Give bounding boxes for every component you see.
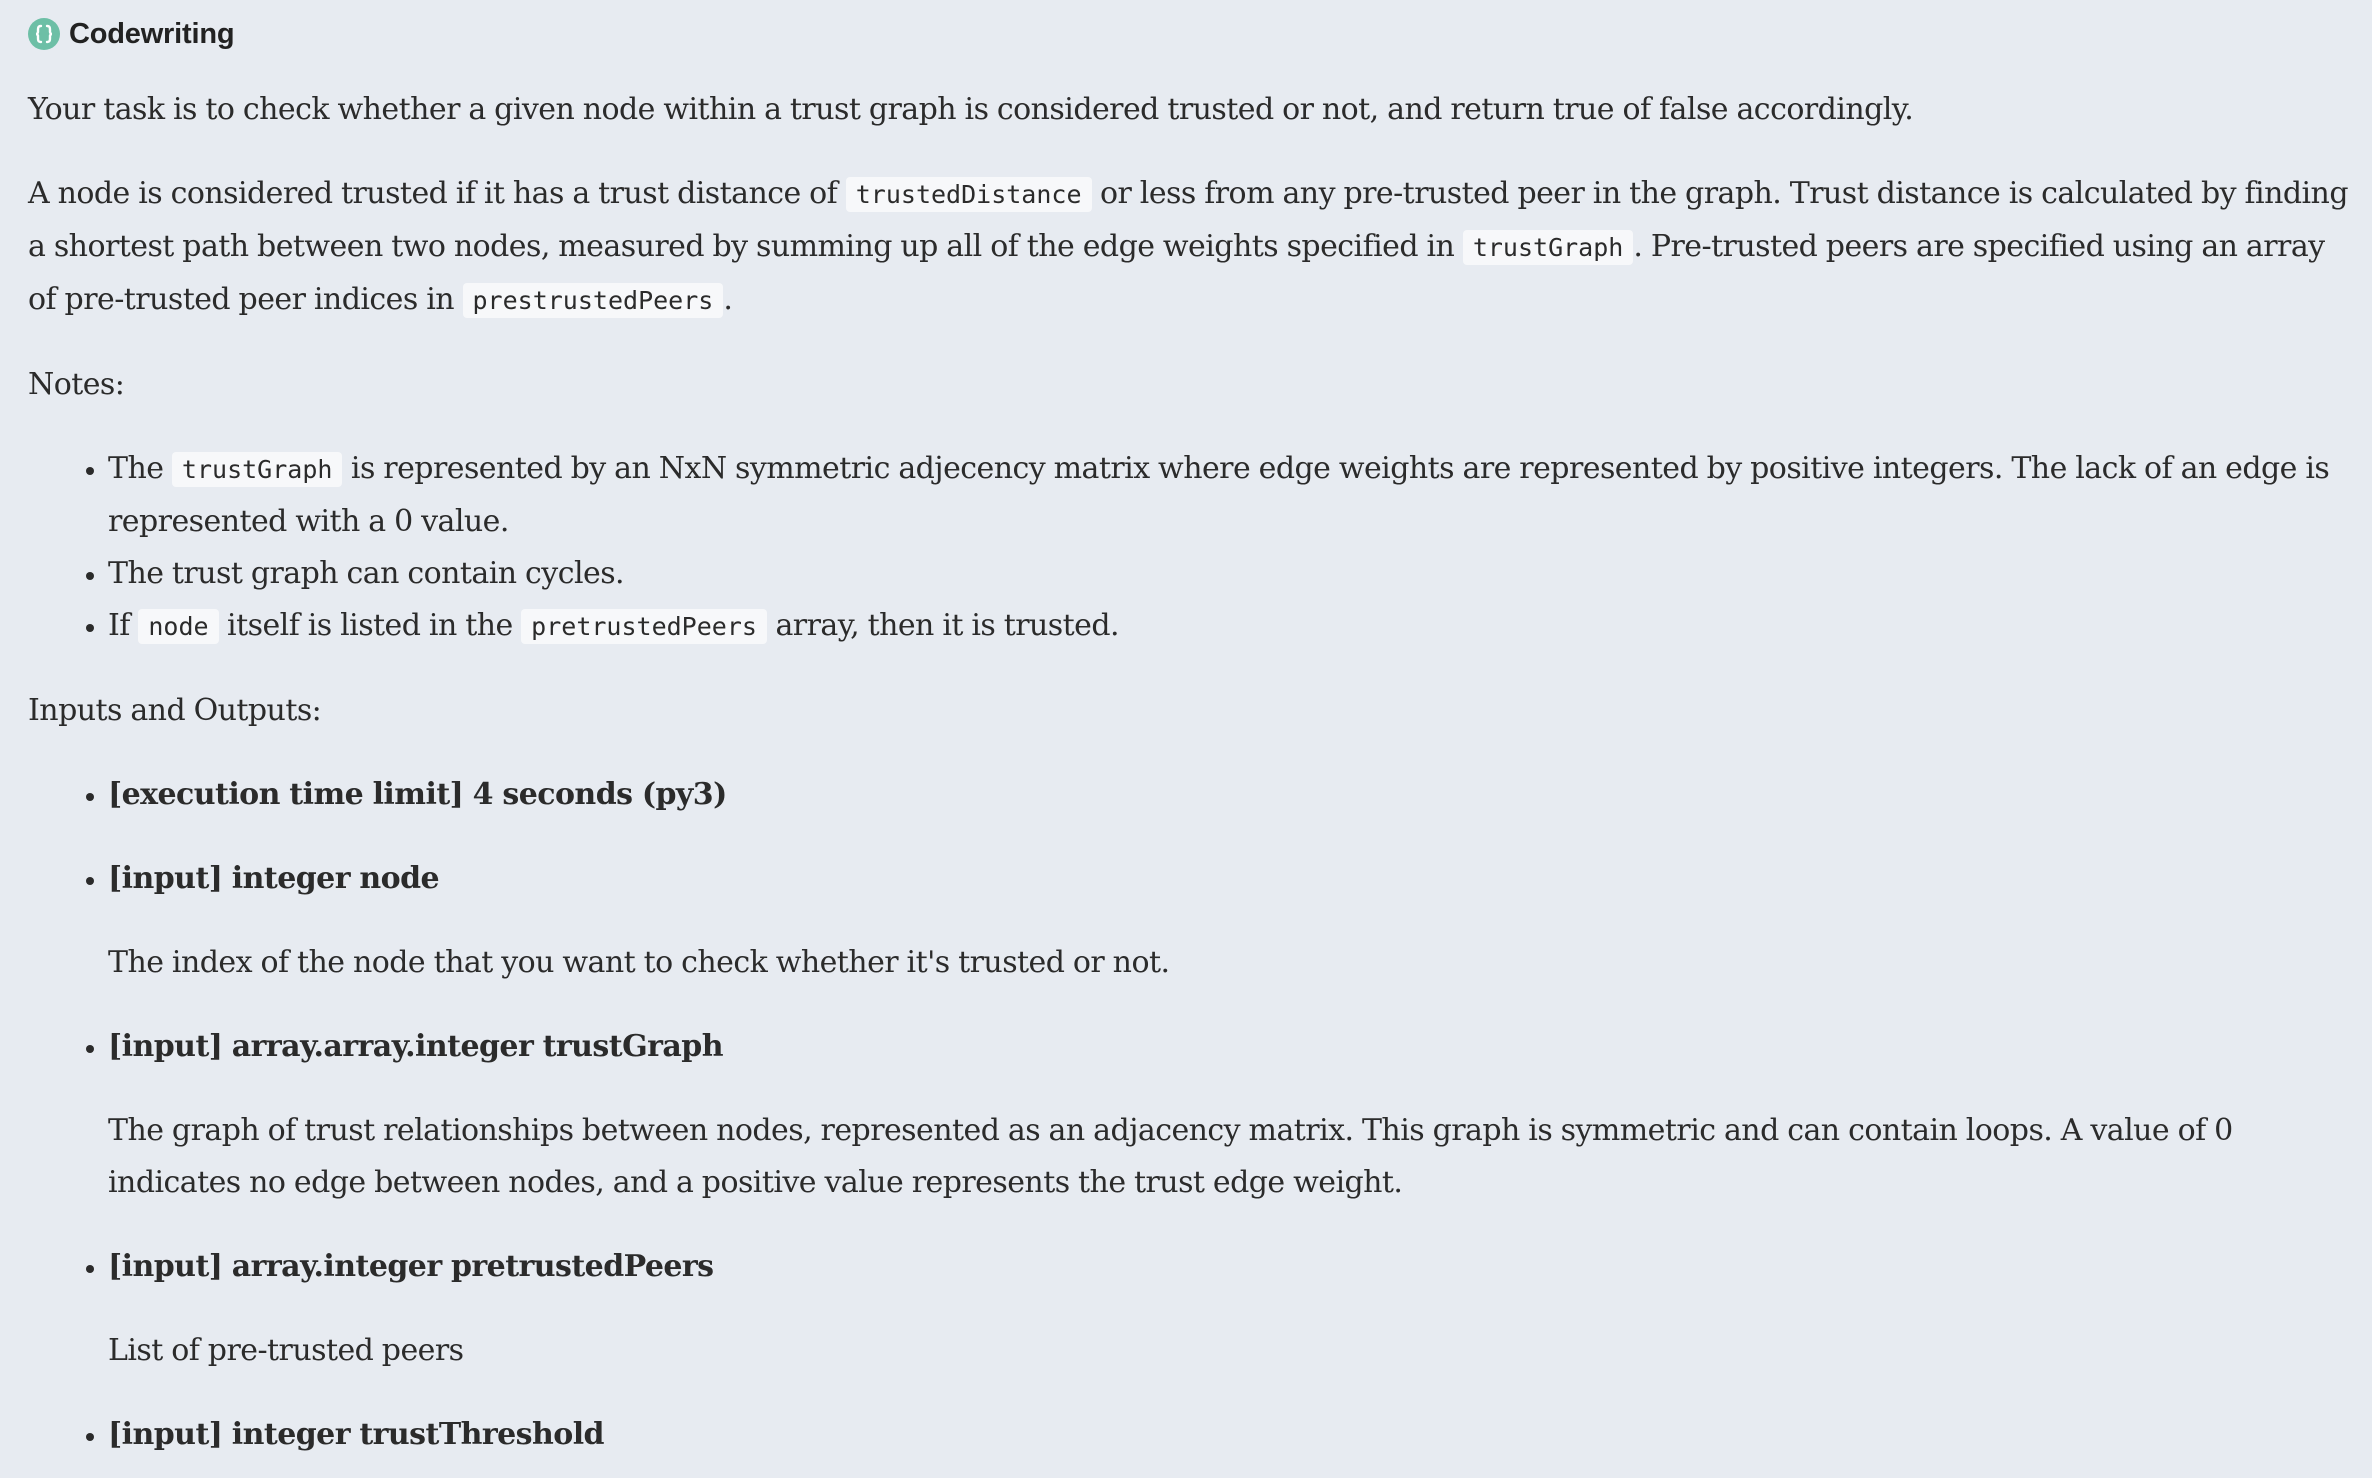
io-title: [input] integer trustThreshold — [108, 1417, 605, 1452]
intro-paragraph-1: Your task is to check whether a given no… — [28, 92, 1914, 127]
list-item: [input] integer trustThreshold — [108, 1409, 2348, 1461]
list-item: [input] array.integer pretrustedPeers Li… — [108, 1241, 2348, 1377]
code-node: node — [138, 609, 219, 644]
brand-title: Codewriting — [69, 17, 235, 50]
list-item: If node itself is listed in the pretrust… — [108, 600, 2348, 653]
code-pretrusted-peers: pretrustedPeers — [521, 609, 767, 644]
list-item: The trustGraph is represented by an NxN … — [108, 443, 2348, 548]
io-title: [input] integer node — [108, 861, 440, 896]
io-title: [input] array.array.integer trustGraph — [108, 1029, 724, 1064]
code-prestrusted-peers: prestrustedPeers — [462, 283, 724, 318]
task-content: Your task is to check whether a given no… — [28, 84, 2349, 1478]
io-description: The graph of trust relationships between… — [108, 1113, 2233, 1200]
io-title: [input] array.integer pretrustedPeers — [108, 1249, 714, 1284]
list-item: [execution time limit] 4 seconds (py3) — [108, 769, 2348, 821]
text-span: A node is considered trusted if it has a… — [28, 176, 846, 211]
text-span: If — [108, 608, 139, 643]
notes-list: The trustGraph is represented by an NxN … — [28, 443, 2348, 653]
text-span: is represented by an NxN symmetric adjec… — [108, 451, 2330, 539]
notes-heading: Notes: — [28, 367, 125, 402]
io-heading: Inputs and Outputs: — [28, 693, 322, 728]
text-span: The — [108, 451, 172, 486]
code-trust-graph: trustGraph — [1462, 230, 1634, 265]
curly-braces-icon — [28, 18, 60, 50]
code-trusted-distance: trustedDistance — [845, 177, 1092, 212]
list-item: [input] array.array.integer trustGraph T… — [108, 1021, 2348, 1209]
io-list: [execution time limit] 4 seconds (py3) [… — [28, 769, 2348, 1461]
text-span: . — [723, 282, 733, 317]
io-description: The index of the node that you want to c… — [108, 945, 1170, 980]
text-span: itself is listed in the — [218, 608, 522, 643]
list-item: The trust graph can contain cycles. — [108, 548, 2348, 600]
header: Codewriting — [28, 14, 235, 54]
intro-paragraph-2: A node is considered trusted if it has a… — [28, 168, 2349, 327]
text-span: The trust graph can contain cycles. — [108, 556, 625, 591]
io-title: [execution time limit] 4 seconds (py3) — [108, 777, 727, 812]
text-span: array, then it is trusted. — [766, 608, 1119, 643]
io-description: List of pre-trusted peers — [108, 1333, 464, 1368]
code-trust-graph: trustGraph — [171, 452, 343, 487]
list-item: [input] integer node The index of the no… — [108, 853, 2348, 989]
